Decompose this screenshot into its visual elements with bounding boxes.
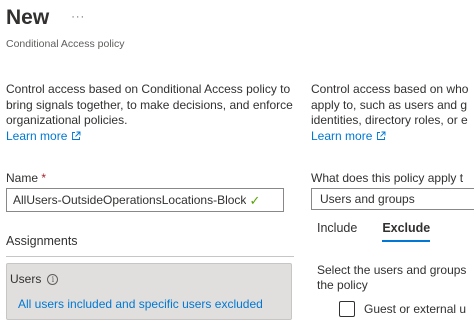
- left-column: Control access based on Conditional Acce…: [6, 82, 296, 144]
- external-link-icon: [72, 131, 81, 141]
- users-assignment-card[interactable]: Users i All users included and specific …: [6, 263, 292, 320]
- exclude-description-line: the policy: [317, 278, 368, 292]
- name-label-text: Name: [6, 171, 39, 185]
- users-pane-description-line: identities, directory roles, or e: [311, 113, 468, 127]
- more-options-button[interactable]: ···: [71, 11, 85, 23]
- applies-to-label: What does this policy apply t: [311, 171, 464, 185]
- applies-to-dropdown[interactable]: Users and groups: [311, 188, 474, 210]
- info-icon[interactable]: i: [47, 273, 59, 285]
- assignments-heading: Assignments: [6, 234, 78, 248]
- valid-check-icon: ✓: [249, 192, 261, 208]
- exclude-description-line: Select the users and groups: [317, 263, 467, 277]
- guest-external-checkbox[interactable]: [339, 301, 355, 317]
- policy-description-text: Control access based on Conditional Acce…: [6, 82, 293, 127]
- required-marker: *: [41, 171, 47, 185]
- learn-more-link[interactable]: Learn more: [6, 129, 81, 145]
- guest-external-label: Guest or external u: [364, 302, 467, 316]
- policy-name-input[interactable]: AllUsers-OutsideOperationsLocations-Bloc…: [6, 188, 284, 212]
- tab-exclude[interactable]: Exclude: [382, 221, 431, 242]
- users-pane-description-line: Control access based on who: [311, 82, 469, 96]
- page-header: New ···: [6, 6, 85, 30]
- users-pane-description-line: apply to, such as users and g: [311, 97, 468, 112]
- users-summary-link[interactable]: All users included and specific users ex…: [18, 297, 263, 311]
- users-pane-learn-more-link[interactable]: Learn more: [311, 129, 386, 145]
- assignments-divider: [6, 256, 294, 257]
- include-exclude-tabs: Include Exclude: [317, 221, 455, 242]
- external-link-icon: [377, 131, 386, 141]
- tab-include[interactable]: Include: [317, 221, 357, 242]
- policy-description: Control access based on Conditional Acce…: [6, 82, 296, 144]
- learn-more-label: Learn more: [6, 128, 68, 143]
- page-subtitle: Conditional Access policy: [6, 38, 125, 50]
- name-label: Name *: [6, 171, 46, 185]
- users-label: Users: [10, 272, 42, 286]
- users-card-title: Users i: [10, 272, 59, 286]
- conditional-access-new-policy-page: New ··· Conditional Access policy Contro…: [0, 0, 474, 327]
- guest-external-option: Guest or external u: [339, 301, 466, 317]
- policy-name-value: AllUsers-OutsideOperationsLocations-Bloc…: [13, 193, 247, 207]
- page-title: New: [6, 6, 50, 29]
- right-column: Control access based on who apply to, su…: [311, 82, 474, 327]
- exclude-description: Select the users and groups the policy: [317, 263, 474, 293]
- users-pane-learn-more-label: Learn more: [311, 128, 373, 143]
- users-pane-description: Control access based on who apply to, su…: [311, 82, 474, 144]
